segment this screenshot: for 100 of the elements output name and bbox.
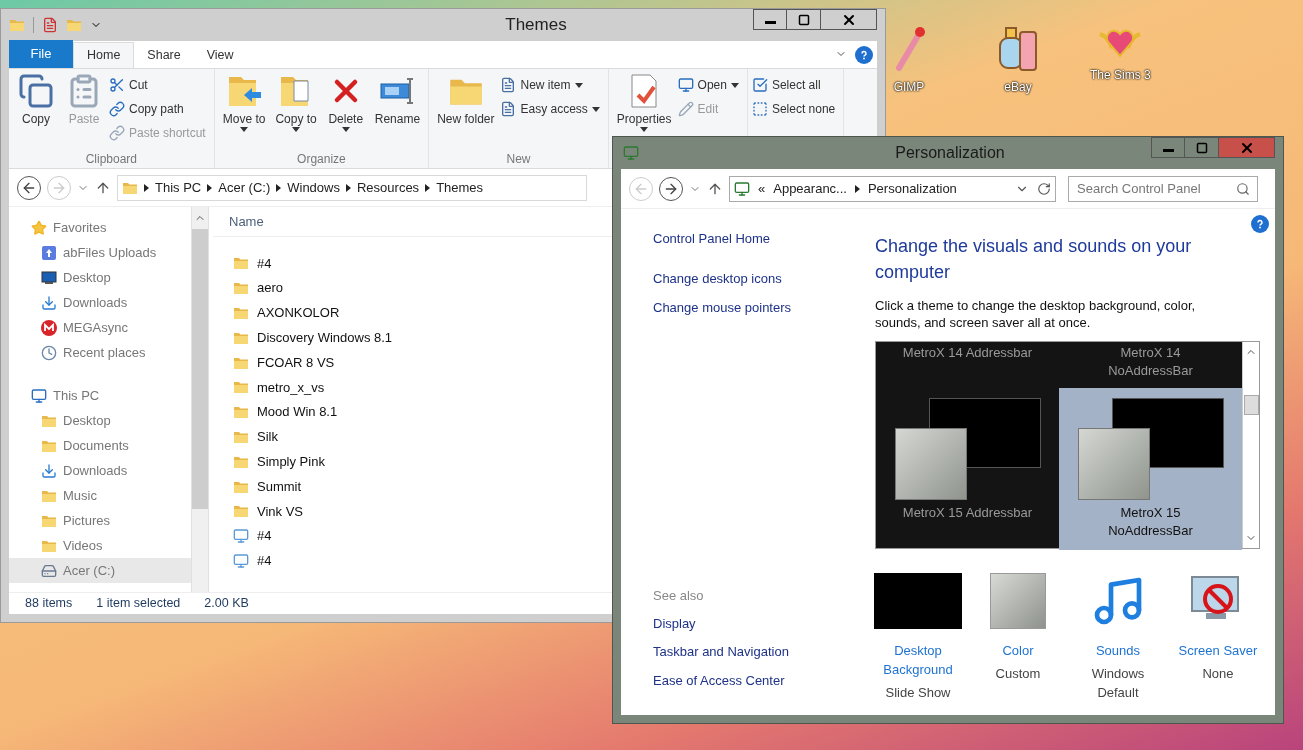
file-row[interactable]: Simply Pink	[233, 449, 325, 475]
theme-tile[interactable]: MetroX 15 Addressbar	[876, 388, 1059, 550]
status-text: 2.00 KB	[204, 595, 249, 613]
ribbon-button[interactable]: Select none	[751, 99, 836, 119]
breadcrumb[interactable]: Appearanc...	[773, 178, 847, 199]
document-icon	[500, 101, 517, 117]
ribbon-button[interactable]: Copy to	[271, 73, 321, 132]
nav-item[interactable]: MEGAsync	[9, 315, 191, 340]
chevron-icon	[144, 183, 149, 192]
file-row[interactable]: #4	[233, 251, 272, 276]
nav-item[interactable]: Desktop	[9, 265, 191, 290]
mega-icon	[41, 319, 57, 336]
sidebar-link[interactable]: Display	[653, 613, 875, 633]
file-row[interactable]: #4	[233, 548, 272, 574]
nav-item[interactable]: Pictures	[9, 508, 191, 533]
ribbon-button[interactable]: Copy	[13, 73, 59, 127]
file-row[interactable]: Discovery Windows 8.1	[233, 325, 393, 351]
breadcrumb[interactable]: Windows	[287, 177, 340, 198]
ribbon-tab[interactable]: Share	[134, 42, 194, 68]
file-row[interactable]: #4	[233, 523, 272, 549]
sidebar-link[interactable]: Change mouse pointers	[653, 298, 875, 318]
scrollbar[interactable]	[191, 207, 209, 592]
select-icon	[751, 77, 768, 93]
scroll-thumb[interactable]	[1243, 395, 1259, 415]
file-row[interactable]: metro_x_vs	[233, 375, 325, 400]
ribbon-tab[interactable]: Home	[73, 42, 135, 68]
sidebar-link[interactable]: Taskbar and Navigation	[653, 642, 875, 662]
address-bar[interactable]: This PC Acer (C:) Windows Resources Themes	[117, 174, 587, 201]
ribbon-button[interactable]: Delete	[322, 73, 369, 132]
setting-link[interactable]: Screen Saver	[1178, 641, 1258, 660]
link-icon	[109, 101, 125, 117]
ribbon-button[interactable]: Select all	[751, 75, 836, 95]
setting-link[interactable]: Desktop Background	[875, 641, 961, 679]
nav-item[interactable]: Videos	[9, 533, 191, 558]
theme-tile[interactable]: MetroX 14 Addressbar	[876, 342, 1059, 388]
ribbon-button[interactable]: Cut	[109, 75, 206, 95]
ribbon-tab[interactable]: View	[193, 42, 247, 68]
theme-tile[interactable]: MetroX 14 NoAddressBar	[1059, 342, 1242, 388]
nav-item[interactable]: Desktop	[9, 408, 191, 433]
file-row[interactable]: Vink VS	[233, 498, 303, 524]
star-icon	[31, 219, 47, 236]
file-row[interactable]: AXONKOLOR	[233, 300, 340, 326]
nav-item[interactable]: Acer (C:)	[9, 558, 191, 583]
ribbon-button[interactable]: Easy access	[500, 99, 600, 119]
download-icon	[41, 294, 57, 311]
scrollbar[interactable]	[1242, 342, 1259, 548]
minimize-button[interactable]	[753, 9, 787, 30]
help-icon[interactable]	[855, 46, 873, 64]
address-bar[interactable]: « Appearanc... Personalization	[729, 175, 1056, 202]
nav-item[interactable]: abFiles Uploads	[9, 240, 191, 265]
column-header[interactable]: Name	[229, 211, 264, 232]
file-row[interactable]: FCOAR 8 VS	[233, 350, 335, 375]
caret-icon	[730, 82, 739, 88]
sidebar-link[interactable]: Change desktop icons	[653, 268, 875, 288]
ribbon-button[interactable]: Move to	[218, 73, 270, 132]
nav-item[interactable]: Downloads	[9, 458, 191, 483]
maximize-button[interactable]	[787, 9, 821, 30]
theme-list[interactable]: MetroX 14 Addressbar MetroX 14 NoAddressBar MetroX 15 Addressbar MetroX 15 NoAddressBar	[875, 341, 1260, 549]
bottles-icon	[996, 24, 1040, 72]
sidebar-link[interactable]: Control Panel Home	[653, 229, 875, 249]
nav-item[interactable]: Documents	[9, 433, 191, 458]
nav-item[interactable]: Favorites	[9, 215, 191, 240]
nav-item[interactable]: Recent places	[9, 340, 191, 365]
search-field[interactable]: Search Control Panel	[1068, 175, 1258, 202]
ribbon-button[interactable]: Open	[677, 75, 739, 95]
file-row[interactable]: Mood Win 8.1	[233, 399, 338, 425]
group-label: Clipboard	[84, 151, 139, 168]
breadcrumb[interactable]: Resources	[357, 177, 420, 198]
ribbon-button[interactable]: Rename	[370, 73, 425, 127]
nav-item[interactable]: Downloads	[9, 290, 191, 315]
setting-link[interactable]: Sounds	[1095, 641, 1141, 660]
scroll-thumb[interactable]	[192, 229, 208, 509]
file-row[interactable]: Silk	[233, 424, 278, 450]
nav-item[interactable]: This PC	[9, 383, 191, 408]
breadcrumb[interactable]: Acer (C:)	[218, 177, 271, 198]
refresh-icon[interactable]	[1037, 181, 1051, 196]
see-also-heading: See also	[653, 587, 705, 605]
nav-item[interactable]: Music	[9, 483, 191, 508]
theme-tile[interactable]: MetroX 15 NoAddressBar	[1059, 388, 1242, 550]
monitor-icon	[41, 269, 57, 286]
ribbon-button[interactable]: Copy path	[109, 99, 206, 119]
setting-link[interactable]: Color	[1002, 641, 1034, 660]
breadcrumb[interactable]: «	[758, 178, 766, 199]
file-tab[interactable]: File	[9, 40, 73, 68]
file-row[interactable]: aero	[233, 275, 284, 301]
scissors-icon	[109, 77, 125, 93]
setting-value: None	[1202, 665, 1234, 683]
breadcrumb[interactable]: Personalization	[867, 178, 957, 199]
ribbon-button[interactable]: Properties	[612, 73, 676, 132]
ribbon-button[interactable]: New item	[500, 75, 600, 95]
help-icon[interactable]	[1251, 215, 1269, 233]
sidebar-link[interactable]: Ease of Access Center	[653, 670, 875, 690]
copy-icon	[18, 73, 54, 109]
folder-icon	[233, 379, 249, 396]
breadcrumb[interactable]: Themes	[436, 177, 484, 198]
file-row[interactable]: Summit	[233, 474, 302, 499]
ribbon-button[interactable]: New folder	[433, 73, 499, 127]
close-button[interactable]	[821, 9, 877, 30]
minimize-button[interactable]	[1151, 137, 1185, 158]
breadcrumb[interactable]: This PC	[155, 177, 202, 198]
